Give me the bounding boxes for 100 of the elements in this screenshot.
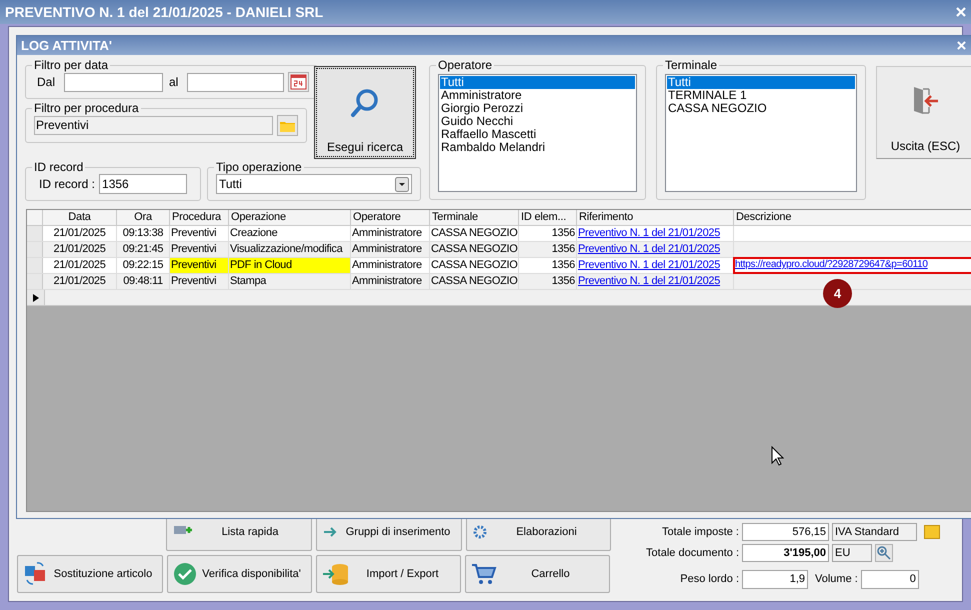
check-icon	[173, 562, 197, 586]
table-cell: Amministratore	[351, 242, 430, 257]
link-cell[interactable]: Preventivo N. 1 del 21/01/2025	[577, 258, 734, 273]
table-cell: Amministratore	[351, 226, 430, 241]
group-label: Filtro per procedura	[33, 101, 140, 115]
table-cell: 1356	[519, 242, 577, 257]
table-cell: 09:13:38	[117, 226, 170, 241]
table-cell: 21/01/2025	[43, 258, 117, 273]
column-header[interactable]: Terminale	[430, 210, 519, 225]
to-label: al	[168, 74, 180, 91]
column-header[interactable]: Riferimento	[577, 210, 734, 225]
group-label: Tipo operazione	[215, 160, 303, 174]
weight-field: 1,9	[742, 570, 808, 589]
table-cell: CASSA NEGOZIO	[430, 258, 519, 273]
row-header[interactable]	[27, 242, 43, 257]
table-cell: 09:21:45	[117, 242, 170, 257]
group-label: Operatore	[437, 58, 494, 72]
column-header[interactable]: Descrizione	[734, 210, 971, 225]
list-item[interactable]: Tutti	[440, 76, 635, 89]
procedure-field: Preventivi	[34, 116, 273, 135]
zoom-icon[interactable]	[875, 544, 893, 562]
currency-field: EU	[832, 544, 872, 562]
window-title: PREVENTIVO N. 1 del 21/01/2025 - DANIELI SRL	[5, 2, 324, 22]
column-header[interactable]: ID elem...	[519, 210, 577, 225]
column-header[interactable]: Operazione	[229, 210, 351, 225]
button-label: Elaborazioni	[516, 526, 577, 538]
list-item[interactable]: CASSA NEGOZIO	[667, 102, 855, 115]
link-cell[interactable]: Preventivo N. 1 del 21/01/2025	[577, 274, 734, 289]
table-cell: CASSA NEGOZIO	[430, 226, 519, 241]
table-cell: Visualizzazione/modifica	[229, 242, 351, 257]
table-cell: 21/01/2025	[43, 242, 117, 257]
table-cell: 09:48:11	[117, 274, 170, 289]
list-item[interactable]: Guido Necchi	[440, 115, 635, 128]
volume-label: Volume :	[815, 572, 858, 588]
table-cell: Amministratore	[351, 258, 430, 273]
column-header[interactable]: Ora	[117, 210, 170, 225]
table-cell: Stampa	[229, 274, 351, 289]
tax-field: 576,15	[742, 523, 829, 541]
toolbar-button[interactable]: Verifica disponibilita'	[167, 555, 312, 593]
cart-icon	[471, 562, 497, 586]
button-label: Lista rapida	[222, 526, 278, 538]
link-cell[interactable]: Preventivo N. 1 del 21/01/2025	[577, 242, 734, 257]
table-cell: Amministratore	[351, 274, 430, 289]
table-cell: Preventivi	[170, 242, 229, 257]
group-label: Filtro per data	[33, 58, 110, 72]
from-date-field[interactable]	[64, 72, 163, 92]
list-item[interactable]: Amministratore	[440, 89, 635, 102]
column-header[interactable]: Procedura	[170, 210, 229, 225]
table-cell: CASSA NEGOZIO	[430, 242, 519, 257]
row-header[interactable]	[27, 274, 43, 289]
close-icon[interactable]	[957, 41, 966, 50]
toolbar-button[interactable]: Sostituzione articolo	[17, 555, 163, 593]
search-button[interactable]: Esegui ricerca	[314, 66, 416, 159]
table-cell: CASSA NEGOZIO	[430, 274, 519, 289]
table-cell: Preventivi	[170, 258, 229, 273]
table-cell: 1356	[519, 274, 577, 289]
to-date-field[interactable]	[187, 72, 284, 92]
table-cell: 1356	[519, 258, 577, 273]
list-item[interactable]: Tutti	[667, 76, 855, 89]
table-cell: Creazione	[229, 226, 351, 241]
dialog-title: LOG ATTIVITA'	[21, 36, 112, 55]
table-cell: 21/01/2025	[43, 226, 117, 241]
column-header[interactable]: Operatore	[351, 210, 430, 225]
button-label: Gruppi di inserimento	[346, 526, 450, 538]
link-cell[interactable]: https://readypro.cloud/?2928729647&p=60110	[734, 258, 971, 273]
search-icon	[350, 88, 380, 120]
calendar-icon[interactable]	[288, 72, 309, 92]
table-cell: Preventivi	[170, 226, 229, 241]
table-cell: 1356	[519, 226, 577, 241]
row-header[interactable]	[27, 226, 43, 241]
list-item[interactable]: Rambaldo Melandri	[440, 141, 635, 154]
table-cell: Preventivi	[170, 274, 229, 289]
total-field: 3'195,00	[742, 544, 829, 562]
toolbar-button[interactable]: Carrello	[465, 555, 610, 593]
dropdown-caret-icon	[395, 176, 409, 192]
operation-type-dropdown[interactable]: Tutti	[216, 174, 412, 194]
table-cell: PDF in Cloud	[229, 258, 351, 273]
gear-icon	[472, 524, 488, 540]
row-header[interactable]	[27, 258, 43, 273]
weight-label: Peso lordo :	[679, 572, 739, 588]
column-header[interactable]: Data	[43, 210, 117, 225]
group-label: ID record	[33, 160, 84, 174]
from-label: Dal	[36, 74, 56, 91]
id-record-field[interactable]: 1356	[99, 174, 188, 194]
group-label: Terminale	[664, 58, 718, 72]
table-cell: 21/01/2025	[43, 274, 117, 289]
link-cell[interactable]: Preventivo N. 1 del 21/01/2025	[577, 226, 734, 241]
tax-label: Totale imposte :	[660, 524, 739, 540]
exit-button[interactable]: Uscita (ESC)	[876, 66, 971, 159]
id-record-label: ID record :	[39, 176, 96, 193]
toolbar-button[interactable]: Import / Export	[316, 555, 461, 593]
list-item[interactable]: Raffaello Mascetti	[440, 128, 635, 141]
volume-field: 0	[860, 570, 919, 589]
mouse-cursor-icon	[771, 446, 784, 466]
current-row-arrow-icon	[32, 294, 38, 302]
list-item[interactable]: Giorgio Perozzi	[440, 102, 635, 115]
vat-field: IVA Standard	[832, 523, 917, 541]
close-icon[interactable]	[956, 7, 966, 17]
total-label: Totale documento :	[645, 546, 739, 561]
list-item[interactable]: TERMINALE 1	[667, 89, 855, 102]
